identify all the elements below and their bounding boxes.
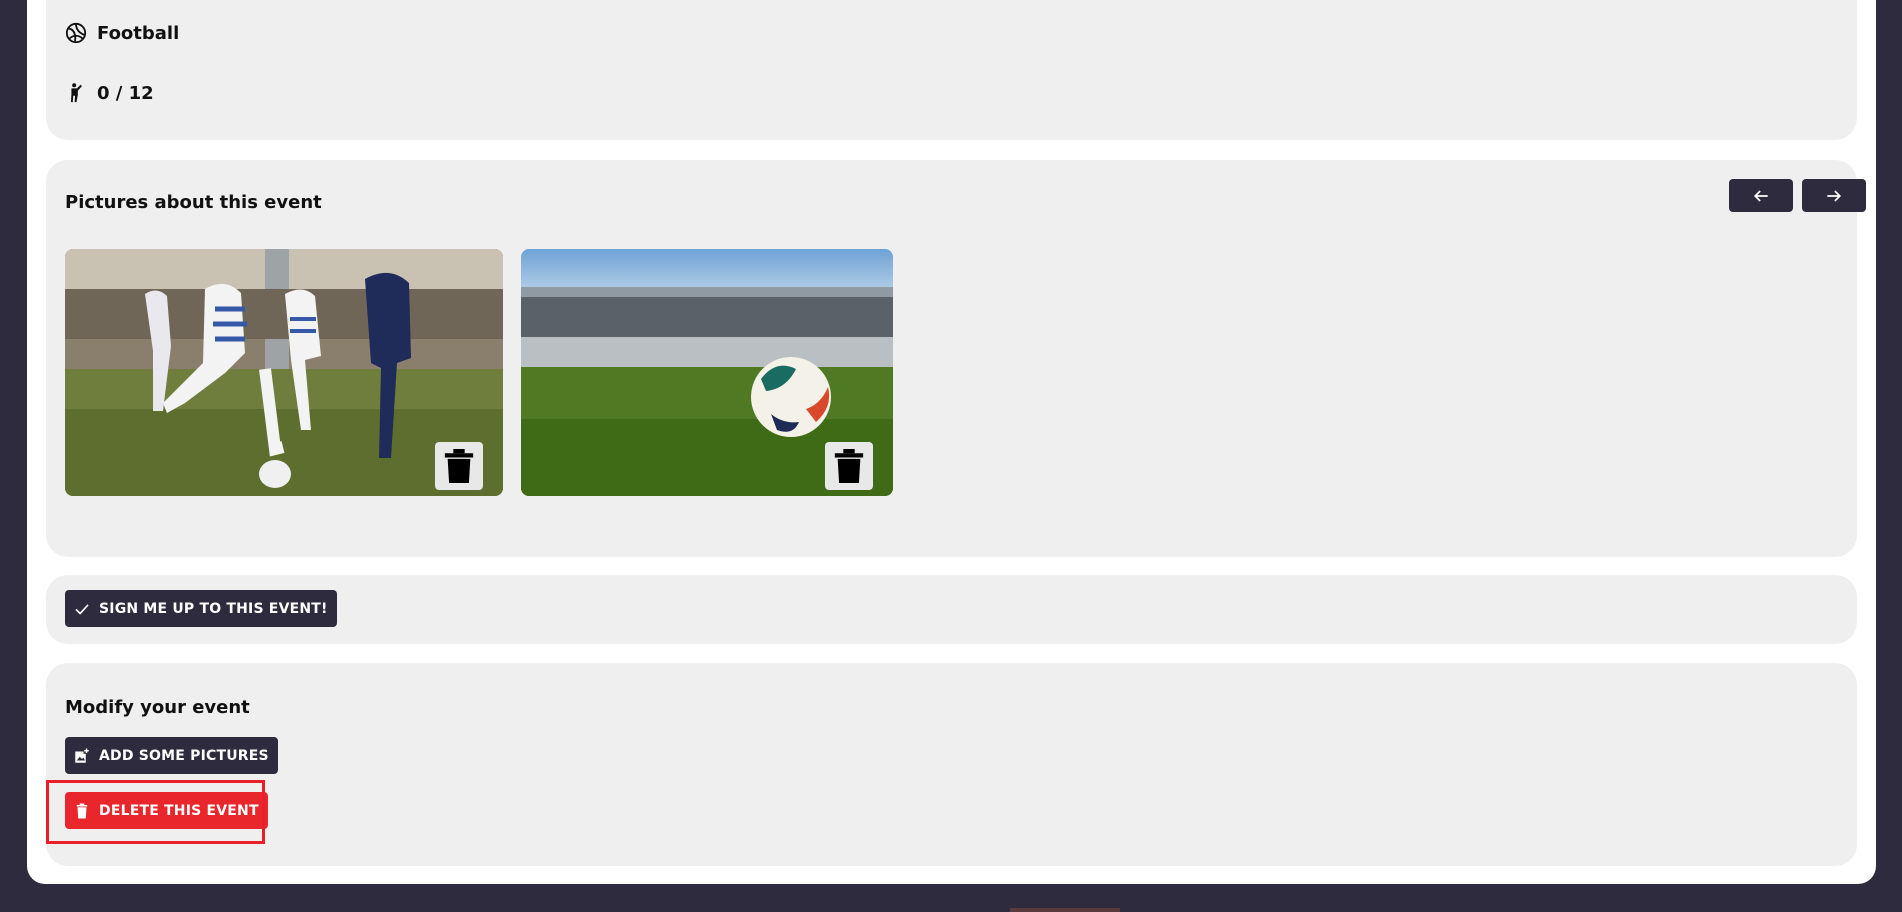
modify-title: Modify your event: [65, 697, 250, 718]
footer-accent: [1010, 908, 1120, 912]
next-picture-button[interactable]: [1802, 179, 1866, 212]
person-icon: [70, 83, 82, 103]
volleyball-icon: [65, 22, 87, 44]
event-picture: [65, 249, 503, 496]
add-pictures-label: ADD SOME PICTURES: [99, 747, 269, 764]
trash-icon: [834, 449, 864, 483]
event-info-card: Football 0 / 12: [46, 0, 1857, 140]
trash-icon: [444, 449, 474, 483]
pictures-card: Pictures about this event: [46, 160, 1866, 557]
arrow-left-icon: [1753, 189, 1768, 202]
signup-card: SIGN ME UP TO THIS EVENT!: [46, 575, 1857, 644]
add-photo-icon: [75, 748, 89, 763]
prev-picture-button[interactable]: [1729, 179, 1793, 212]
add-pictures-button[interactable]: ADD SOME PICTURES: [65, 737, 278, 774]
pictures-title: Pictures about this event: [65, 192, 322, 213]
sign-up-label: SIGN ME UP TO THIS EVENT!: [99, 600, 328, 617]
event-page: Football 0 / 12 Pictures about this even…: [27, 0, 1876, 884]
check-icon: [75, 603, 89, 615]
sport-row: Football: [65, 22, 179, 44]
participants-count: 0 / 12: [97, 82, 154, 104]
delete-picture-button[interactable]: [825, 442, 873, 490]
modify-card: Modify your event ADD SOME PICTURES DELE…: [46, 663, 1857, 866]
participants-row: 0 / 12: [65, 82, 154, 104]
arrow-right-icon: [1827, 189, 1842, 202]
delete-event-highlight: [46, 780, 265, 844]
sport-label: Football: [97, 22, 180, 44]
sign-up-button[interactable]: SIGN ME UP TO THIS EVENT!: [65, 590, 337, 627]
event-picture: [521, 249, 893, 496]
delete-picture-button[interactable]: [435, 442, 483, 490]
